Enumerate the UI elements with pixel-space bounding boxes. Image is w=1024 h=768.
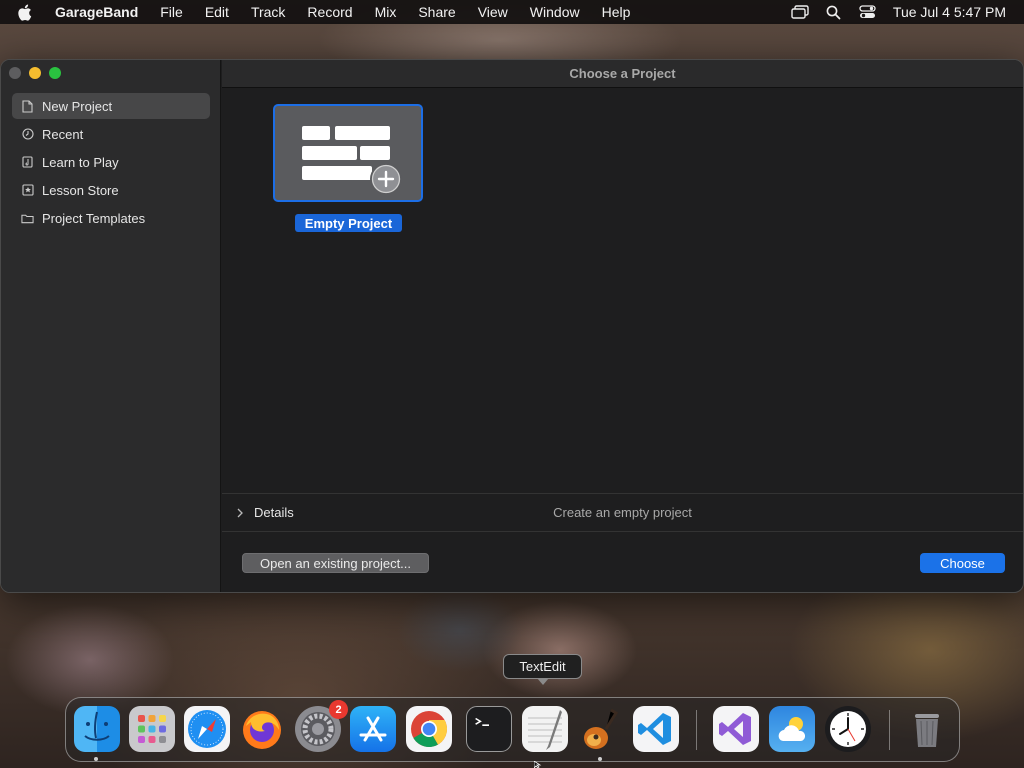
- dock-separator: [696, 710, 697, 750]
- folder-icon: [21, 212, 34, 225]
- control-center-icon[interactable]: [851, 0, 885, 24]
- music-book-icon: [21, 156, 34, 169]
- sidebar-item-recent[interactable]: Recent: [12, 121, 210, 147]
- main-pane: Choose a Project Empty Project Details C…: [222, 60, 1023, 592]
- sidebar-item-label: Lesson Store: [42, 182, 119, 198]
- textedit-icon[interactable]: [522, 706, 568, 752]
- menu-window[interactable]: Window: [519, 0, 591, 24]
- menu-help[interactable]: Help: [591, 0, 642, 24]
- menu-track[interactable]: Track: [240, 0, 296, 24]
- menu-record[interactable]: Record: [296, 0, 363, 24]
- apple-logo-icon[interactable]: [17, 0, 37, 24]
- menu-file[interactable]: File: [149, 0, 194, 24]
- running-indicator: [598, 757, 602, 761]
- screen-mirroring-icon[interactable]: [783, 0, 817, 24]
- sidebar-item-project-templates[interactable]: Project Templates: [12, 205, 210, 231]
- garageband-icon[interactable]: [577, 706, 623, 752]
- clock-icon: [21, 128, 34, 141]
- sidebar-item-new-project[interactable]: New Project: [12, 93, 210, 119]
- menu-share[interactable]: Share: [407, 0, 466, 24]
- maximize-window-button[interactable]: [49, 67, 61, 79]
- menu-view[interactable]: View: [467, 0, 519, 24]
- sidebar-list: New Project Recent Learn to Play Lesson …: [12, 93, 210, 233]
- choose-button[interactable]: Choose: [920, 553, 1005, 573]
- details-label[interactable]: Details: [254, 505, 294, 520]
- details-bar: Details Create an empty project: [222, 493, 1023, 532]
- launchpad-icon[interactable]: [129, 706, 175, 752]
- empty-project-label[interactable]: Empty Project: [295, 214, 402, 232]
- window-controls: [9, 67, 61, 79]
- sidebar-item-label: New Project: [42, 98, 113, 114]
- menu-mix[interactable]: Mix: [364, 0, 408, 24]
- window-title: Choose a Project: [222, 60, 1023, 88]
- menu-bar-clock[interactable]: Tue Jul 4 5:47 PM: [893, 4, 1006, 20]
- dock-tooltip: TextEdit: [503, 654, 582, 679]
- vscode-icon[interactable]: [633, 706, 679, 752]
- sidebar-item-label: Recent: [42, 126, 84, 142]
- dock-separator: [889, 710, 890, 750]
- star-box-icon: [21, 184, 34, 197]
- visual-studio-icon[interactable]: [713, 706, 759, 752]
- safari-icon[interactable]: [184, 706, 230, 752]
- chrome-icon[interactable]: [406, 706, 452, 752]
- menu-edit[interactable]: Edit: [194, 0, 240, 24]
- finder-icon[interactable]: [74, 706, 120, 752]
- open-existing-project-button[interactable]: Open an existing project...: [242, 553, 429, 573]
- clock-app-icon[interactable]: [825, 706, 871, 752]
- spotlight-search-icon[interactable]: [817, 0, 851, 24]
- mouse-cursor-icon: [534, 761, 542, 768]
- sidebar-item-label: Learn to Play: [42, 154, 119, 170]
- empty-project-tile[interactable]: [273, 104, 423, 202]
- empty-project-add-icon: [302, 126, 402, 195]
- menu-bar: GarageBand File Edit Track Record Mix Sh…: [0, 0, 1024, 24]
- trash-icon[interactable]: [904, 706, 950, 752]
- notification-badge: 2: [329, 700, 348, 719]
- firefox-icon[interactable]: [239, 706, 285, 752]
- sidebar-item-label: Project Templates: [42, 210, 146, 226]
- project-chooser-window: New Project Recent Learn to Play Lesson …: [0, 59, 1024, 593]
- weather-icon[interactable]: [769, 706, 815, 752]
- dock: 2: [65, 697, 960, 762]
- sidebar-item-lesson-store[interactable]: Lesson Store: [12, 177, 210, 203]
- sidebar-item-learn-to-play[interactable]: Learn to Play: [12, 149, 210, 175]
- minimize-window-button[interactable]: [29, 67, 41, 79]
- app-store-icon[interactable]: [350, 706, 396, 752]
- disclosure-chevron-icon[interactable]: [234, 507, 246, 519]
- sidebar: New Project Recent Learn to Play Lesson …: [1, 60, 221, 592]
- running-indicator: [94, 757, 98, 761]
- menu-app-name[interactable]: GarageBand: [53, 0, 149, 24]
- document-icon: [21, 99, 34, 113]
- close-window-button[interactable]: [9, 67, 21, 79]
- details-description: Create an empty project: [553, 505, 692, 520]
- dock-tooltip-pointer: [537, 678, 549, 685]
- terminal-icon[interactable]: [466, 706, 512, 752]
